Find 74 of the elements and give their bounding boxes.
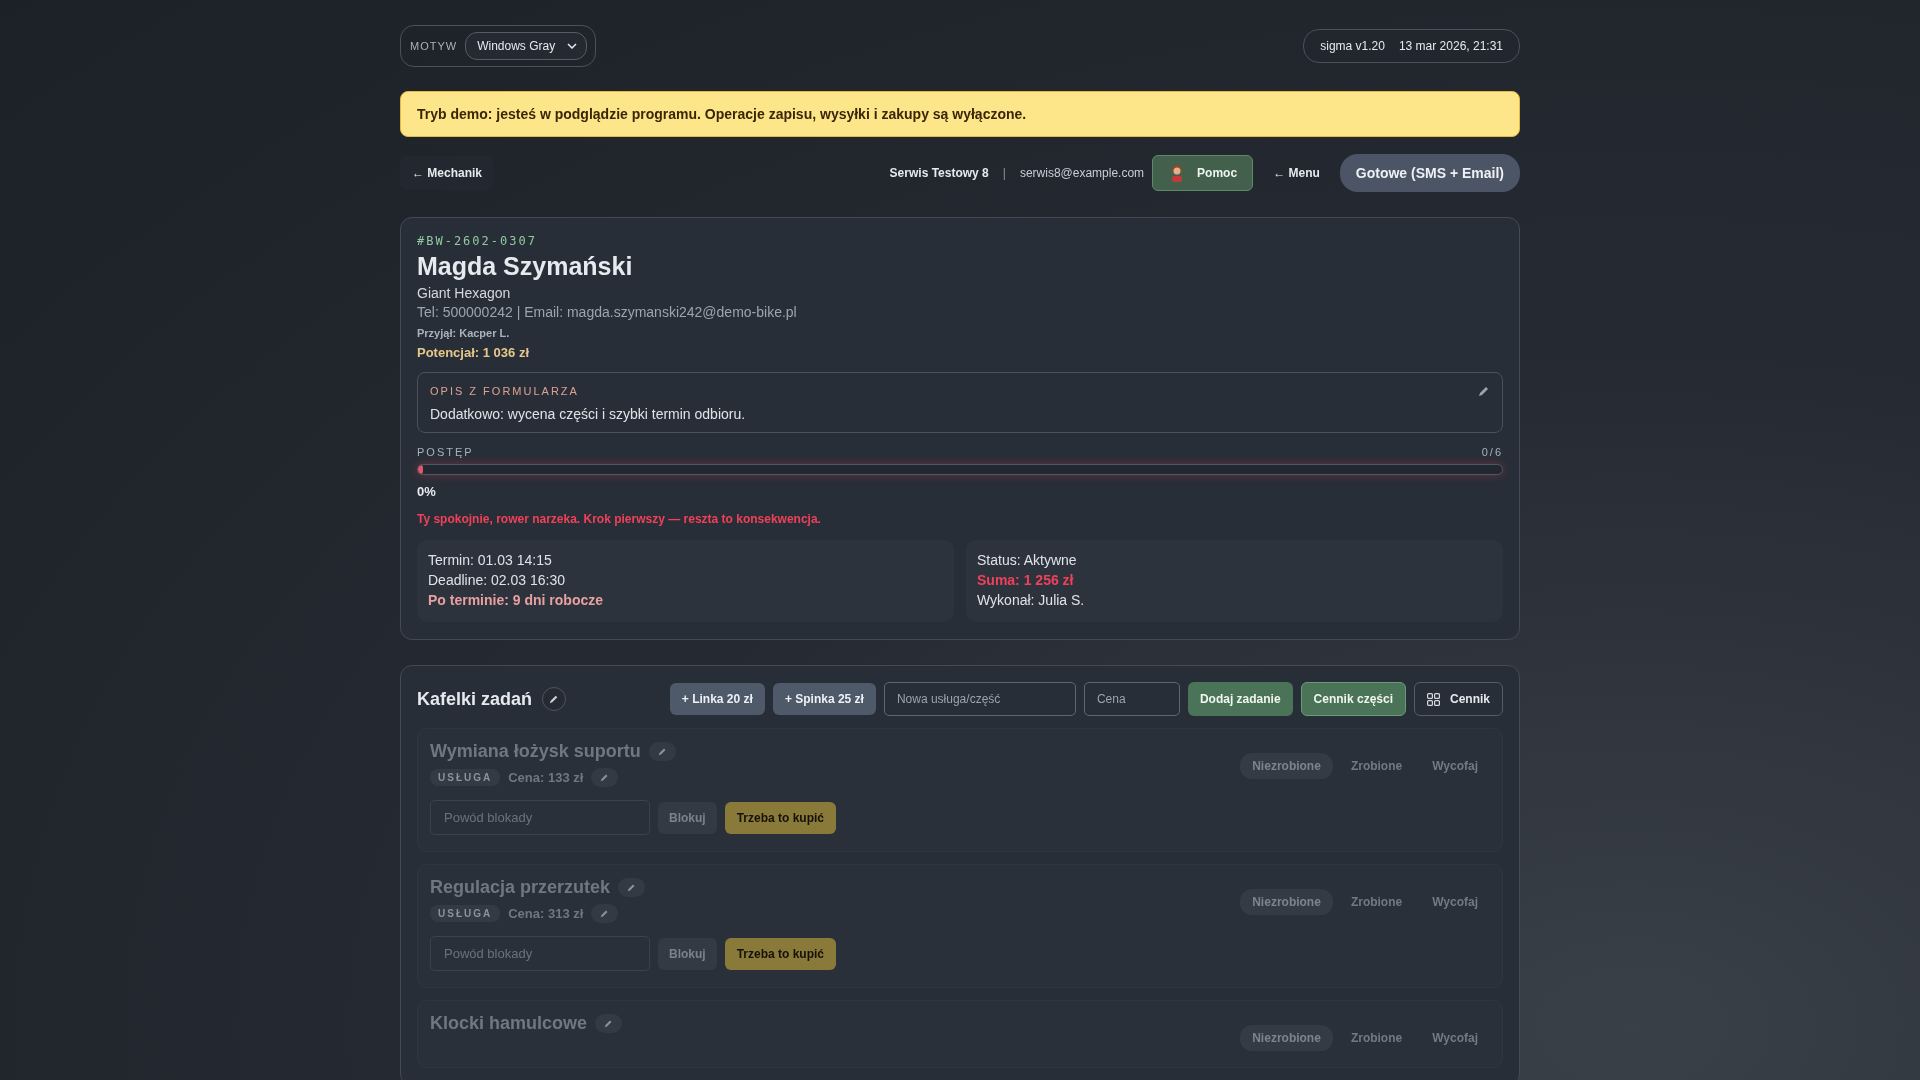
progress-label: POSTĘP: [417, 446, 474, 458]
back-button[interactable]: ← Mechanik: [400, 156, 495, 190]
progress-percent: 0%: [417, 484, 437, 499]
edit-button[interactable]: [648, 742, 676, 761]
task-name-field[interactable]: Nowa usługa/część: [883, 682, 1076, 716]
task-price: Cena: 133 zł: [508, 770, 584, 785]
help-button[interactable]: Pomoc: [1152, 155, 1254, 191]
pencil-icon: [600, 909, 610, 918]
bike-model: Giant Hexagon: [417, 285, 512, 301]
chevron-icon: [567, 43, 578, 49]
pencil-icon: [600, 773, 610, 782]
quick-add-button[interactable]: + Linka 20 zł: [669, 683, 765, 715]
status-tab[interactable]: Niezrobione: [1240, 753, 1333, 779]
separator-text: |: [1002, 166, 1006, 180]
customer-name: Magda Szymański: [417, 252, 634, 281]
demo-banner: Tryb demo: jesteś w podglądzie programu. Operacje zapisu, wysyłki i zakupy są wyłączone.: [400, 91, 1520, 137]
info-text: Wykonał: Julia S.: [977, 591, 1086, 610]
pencil-icon: [549, 694, 560, 704]
overdue-text: Po terminie: 9 dni robocze: [428, 591, 605, 610]
task-price: Cena: 313 zł: [508, 906, 584, 921]
status-tab[interactable]: Zrobione: [1338, 753, 1415, 779]
task-name: Klocki hamulcowe: [430, 1013, 588, 1034]
description-label: OPIS Z FORMULARZA: [430, 385, 579, 397]
status-tab[interactable]: Zrobione: [1338, 1025, 1415, 1051]
block-reason-field[interactable]: Powód blokady: [430, 936, 650, 971]
service-name: Serwis Testowy 8: [889, 166, 989, 180]
tasks-title: Kafelki zadań: [417, 688, 533, 710]
datetime-text: 13 mar 2026, 21:31: [1398, 39, 1503, 53]
order-id: #BW-2602-0307: [417, 234, 538, 248]
task-name: Wymiana łożysk suportu: [430, 741, 641, 762]
add-task-button[interactable]: Dodaj zadanie: [1187, 682, 1293, 716]
info-text: Status: Aktywne: [977, 551, 1078, 570]
theme-label: MOTYW: [410, 40, 458, 52]
progress-message: Ty spokojnie, rower narzeka. Krok pierwszy — reszta to konsekwencja.: [417, 512, 822, 526]
service-email: serwis8@example.com: [1019, 166, 1145, 180]
pencil-icon: [604, 1019, 614, 1028]
grid-icon: [1427, 692, 1440, 706]
progress-count: 0/6: [1481, 446, 1503, 458]
potential-text: Potencjał: 1 036 zł: [417, 345, 530, 360]
theme-select[interactable]: Windows Gray: [465, 32, 588, 60]
edit-button[interactable]: [618, 878, 646, 897]
total-text: Suma: 1 256 zł: [977, 571, 1075, 590]
edit-button[interactable]: [595, 1014, 623, 1033]
edit-button[interactable]: [591, 904, 619, 923]
type-tag: USŁUGA: [430, 905, 501, 922]
need-buy-button[interactable]: Trzeba to kupić: [724, 801, 837, 834]
received-by-text: Przyjął: Kacper L.: [417, 327, 511, 339]
version-text: sigma v1.20: [1320, 39, 1385, 53]
status-tab[interactable]: Wycofaj: [1420, 753, 1490, 779]
status-tab[interactable]: Niezrobione: [1240, 889, 1333, 915]
info-text: Deadline: 02.03 16:30: [428, 571, 566, 590]
need-buy-button[interactable]: Trzeba to kupić: [724, 937, 837, 970]
pencil-icon: [657, 747, 667, 756]
edit-button[interactable]: [542, 687, 567, 711]
edit-icon[interactable]: [1478, 385, 1490, 397]
block-button[interactable]: Blokuj: [658, 801, 717, 834]
contact-text: Tel: 500000242 | Email: magda.szymanski242@demo-bike.pl: [417, 304, 798, 320]
info-text: Termin: 01.03 14:15: [428, 551, 553, 570]
parts-pricing-button[interactable]: Cennik części: [1300, 682, 1406, 716]
quick-add-button[interactable]: + Spinka 25 zł: [772, 683, 876, 715]
block-reason-field[interactable]: Powód blokady: [430, 800, 650, 835]
status-tab[interactable]: Zrobione: [1338, 889, 1415, 915]
description-text: Dodatkowo: wycena części i szybki termin odbioru.: [430, 406, 747, 422]
status-tab[interactable]: Wycofaj: [1420, 1025, 1490, 1051]
edit-button[interactable]: [591, 768, 619, 787]
pricing-button[interactable]: Cennik: [1414, 682, 1503, 716]
type-tag: USŁUGA: [430, 769, 501, 786]
task-name: Regulacja przerzutek: [430, 877, 611, 898]
price-field[interactable]: Cena: [1083, 682, 1180, 716]
status-tab[interactable]: Niezrobione: [1240, 1025, 1333, 1051]
pencil-icon: [627, 883, 637, 892]
done-button[interactable]: Gotowe (SMS + Email): [1339, 154, 1520, 192]
status-tab[interactable]: Wycofaj: [1420, 889, 1490, 915]
block-button[interactable]: Blokuj: [658, 937, 717, 970]
